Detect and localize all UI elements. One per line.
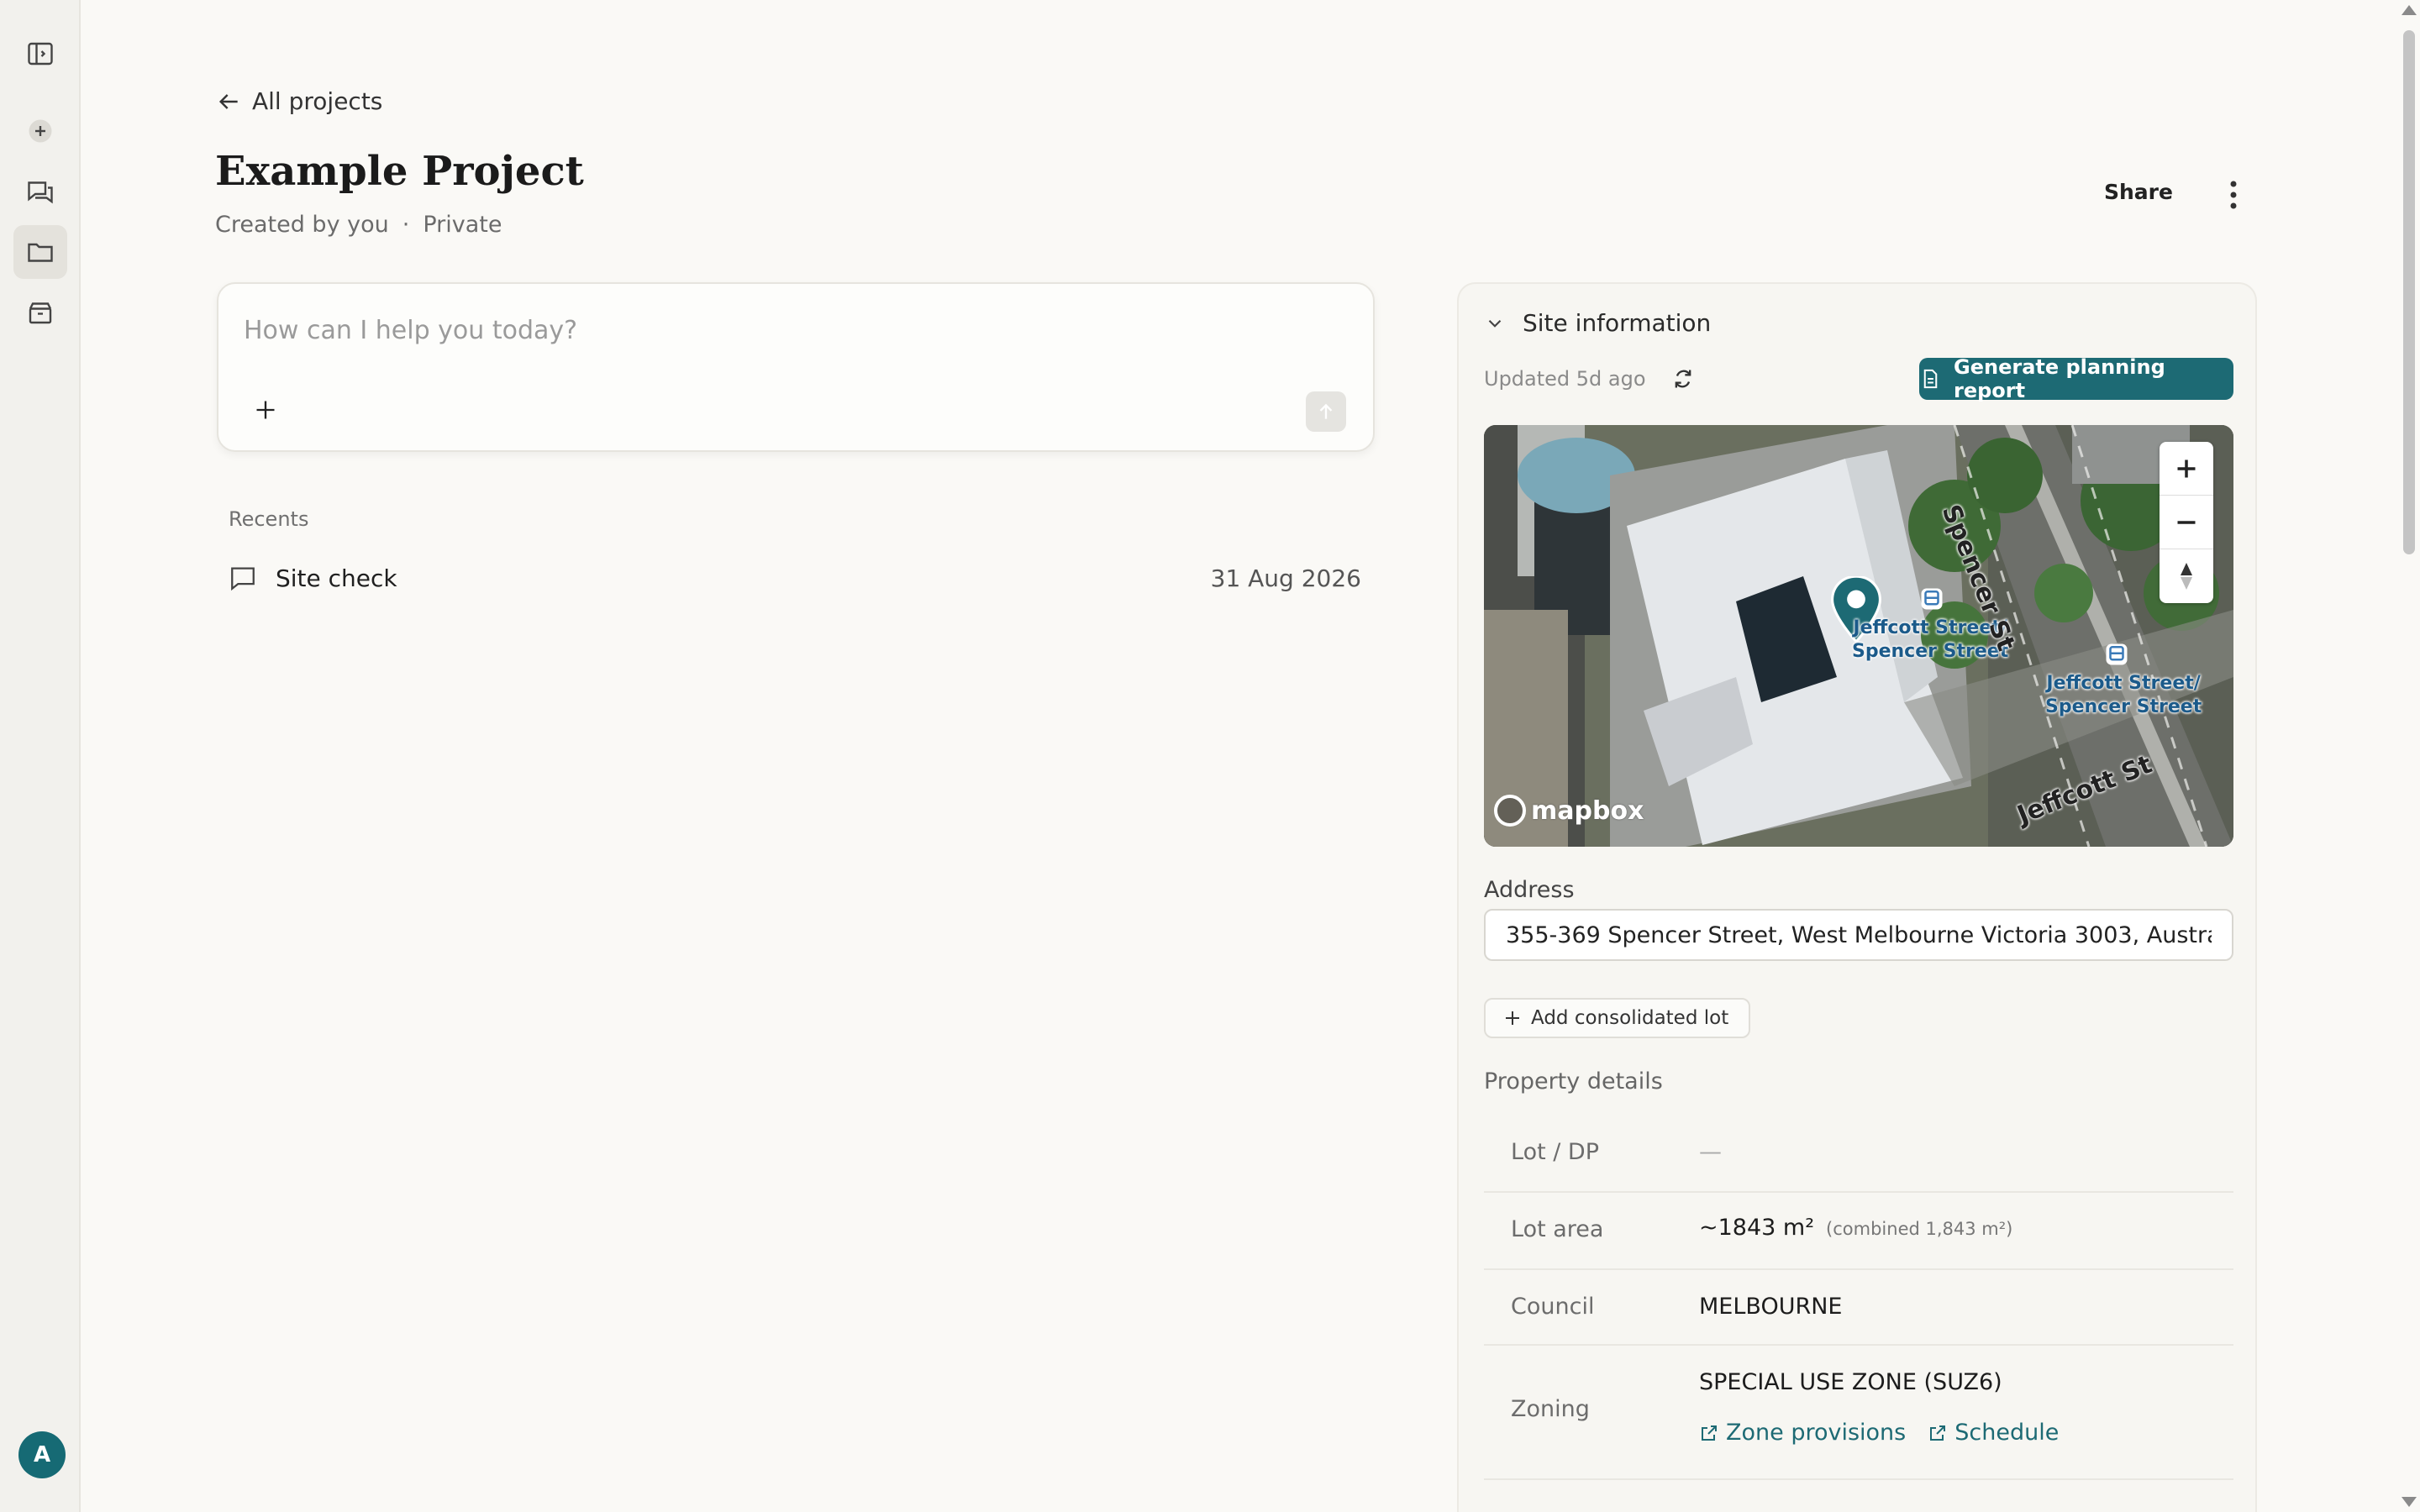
- property-value: ~1843 m²: [1699, 1215, 1815, 1241]
- reset-bearing-button[interactable]: [2160, 549, 2213, 603]
- artifacts-button[interactable]: [13, 286, 67, 339]
- plus-icon: [1506, 1011, 1519, 1025]
- visibility: Private: [423, 212, 502, 238]
- more-options-button[interactable]: [2218, 176, 2249, 213]
- schedule-label: Schedule: [1954, 1420, 2060, 1446]
- property-value: MELBOURNE: [1699, 1294, 1843, 1320]
- property-row-zoning: Zoning SPECIAL USE ZONE (SUZ6) Zone prov…: [1484, 1346, 2233, 1480]
- site-information-panel: Site information Updated 5d ago Generate…: [1457, 282, 2257, 1512]
- new-chat-button[interactable]: [13, 104, 67, 158]
- projects-button[interactable]: [13, 225, 67, 279]
- bus-stop-label: Jeffcott Street/Spencer Street: [2045, 673, 2202, 717]
- generate-planning-report-button[interactable]: Generate planning report: [1919, 355, 2233, 402]
- created-by: Created by you: [215, 212, 389, 238]
- property-key: Lot area: [1511, 1216, 1604, 1242]
- add-consolidated-lot-button[interactable]: Add consolidated lot: [1484, 998, 1751, 1038]
- scrollbar-thumb[interactable]: [2403, 30, 2415, 554]
- zoom-out-button[interactable]: [2160, 496, 2213, 549]
- bus-stop-icon: [2106, 643, 2128, 665]
- plus-circle-icon: [29, 119, 52, 143]
- property-row-lot-dp: Lot / DP —: [1484, 1116, 2233, 1193]
- box-icon: [29, 302, 52, 324]
- sidebar: A: [0, 0, 81, 1512]
- page-title: Example Project: [215, 148, 584, 195]
- scroll-up-arrow-icon[interactable]: [2402, 5, 2417, 15]
- zoning-links: Zone provisions Schedule: [1699, 1420, 2059, 1446]
- property-key: Council: [1511, 1294, 1595, 1320]
- attach-button[interactable]: [247, 391, 284, 428]
- address-input[interactable]: [1484, 909, 2233, 961]
- bus-stop-icon: [1921, 588, 1943, 610]
- share-button[interactable]: Share: [2104, 180, 2173, 204]
- add-lot-label: Add consolidated lot: [1531, 1007, 1729, 1029]
- property-value: SPECIAL USE ZONE (SUZ6): [1699, 1369, 2002, 1395]
- external-link-icon: [1702, 1425, 1717, 1441]
- property-sub-value: (combined 1,843 m²): [1826, 1219, 2013, 1239]
- zone-provisions-label: Zone provisions: [1726, 1420, 1907, 1446]
- updated-text: Updated 5d ago: [1484, 367, 1646, 391]
- zone-provisions-link[interactable]: Zone provisions: [1699, 1420, 1906, 1446]
- project-meta: Created by you · Private: [215, 212, 502, 238]
- toggle-sidebar-button[interactable]: [13, 27, 67, 81]
- site-map[interactable]: Jeffcott Street/Spencer Street Jeffcott …: [1484, 425, 2233, 847]
- refresh-button[interactable]: [1671, 366, 1697, 391]
- property-key: Lot / DP: [1511, 1139, 1600, 1165]
- mapbox-logo: mapbox: [1494, 795, 1644, 827]
- property-row-council: Council MELBOURNE: [1484, 1270, 2233, 1346]
- zoom-in-button[interactable]: [2160, 442, 2213, 496]
- generate-label: Generate planning report: [1954, 355, 2165, 402]
- send-button[interactable]: [1306, 391, 1346, 432]
- site-info-toggle[interactable]: Site information: [1484, 309, 1711, 337]
- chat-input[interactable]: [244, 309, 1336, 351]
- plus-icon: [2177, 459, 2196, 477]
- property-value: —: [1699, 1139, 1722, 1165]
- page-scrollbar[interactable]: [2396, 0, 2420, 1512]
- arrow-up-icon: [1319, 403, 1333, 419]
- folder-icon: [28, 243, 53, 262]
- property-key: Zoning: [1511, 1396, 1590, 1422]
- mapbox-wordmark: mapbox: [1531, 795, 1644, 826]
- minus-icon: [2177, 520, 2196, 524]
- mapbox-mark-icon: [1494, 795, 1526, 827]
- chats-button[interactable]: [13, 165, 67, 218]
- plus-icon: [256, 401, 275, 419]
- sidebar-toggle-icon: [28, 42, 53, 66]
- updated-status: Updated 5d ago: [1484, 366, 1697, 391]
- recent-item-name: Site check: [276, 564, 397, 592]
- address-label: Address: [1484, 877, 1575, 903]
- chat-bubble-icon: [231, 567, 255, 591]
- property-row-lot-area: Lot area ~1843 m² (combined 1,843 m²): [1484, 1193, 2233, 1270]
- chevron-down-icon: [1488, 319, 1502, 328]
- scroll-down-arrow-icon[interactable]: [2402, 1497, 2417, 1507]
- more-vertical-icon: [2230, 181, 2237, 209]
- document-icon: [1923, 369, 1938, 389]
- recent-item-date: 31 Aug 2026: [1210, 564, 1361, 592]
- user-avatar[interactable]: A: [18, 1431, 66, 1478]
- back-to-projects-link[interactable]: All projects: [215, 87, 382, 115]
- chat-composer: [217, 282, 1375, 452]
- schedule-link[interactable]: Schedule: [1928, 1420, 2059, 1446]
- panel-heading: Site information: [1523, 309, 1712, 337]
- map-controls: [2160, 442, 2213, 603]
- chats-icon: [28, 181, 53, 204]
- back-link-label: All projects: [252, 87, 383, 115]
- refresh-icon: [1675, 370, 1691, 388]
- property-value-wrap: ~1843 m² (combined 1,843 m²): [1699, 1215, 2012, 1241]
- compass-icon: [2181, 563, 2192, 590]
- arrow-left-icon: [218, 93, 238, 109]
- meta-separator: ·: [402, 212, 410, 238]
- list-item[interactable]: Site check 31 Aug 2026: [229, 558, 1361, 598]
- recents-label: Recents: [229, 507, 309, 531]
- property-details-title: Property details: [1484, 1068, 1663, 1095]
- external-link-icon: [1930, 1425, 1946, 1441]
